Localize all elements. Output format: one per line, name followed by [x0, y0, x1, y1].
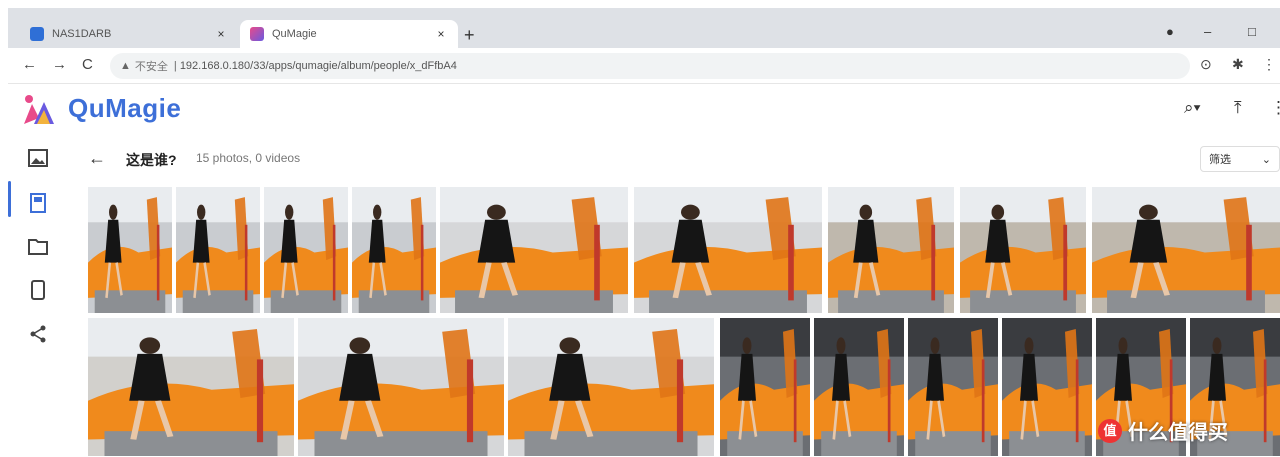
- share-icon[interactable]: [26, 322, 50, 346]
- photo-thumbnail[interactable]: [88, 187, 172, 313]
- upload-icon[interactable]: ⤒: [1234, 98, 1242, 118]
- photo-thumbnail[interactable]: [814, 318, 904, 456]
- folder-icon[interactable]: [26, 234, 50, 258]
- minimize-button[interactable]: –: [1204, 24, 1211, 39]
- album-count: 15 photos, 0 videos: [196, 151, 301, 165]
- zoom-icon[interactable]: ⊙: [1200, 56, 1212, 73]
- warning-icon: ▲: [120, 60, 131, 72]
- photo-thumbnail[interactable]: [298, 318, 504, 456]
- device-icon[interactable]: [26, 278, 50, 302]
- photo-thumbnail[interactable]: [634, 187, 822, 313]
- address-bar[interactable]: ▲ 不安全 | 192.168.0.180/33/apps/qumagie/al…: [110, 53, 1190, 79]
- photo-thumbnail[interactable]: [508, 318, 714, 456]
- nas-favicon-icon: [30, 27, 44, 41]
- filter-dropdown[interactable]: 筛选 ⌄: [1200, 146, 1280, 172]
- tab-close-icon[interactable]: ×: [434, 27, 448, 41]
- url-text: 192.168.0.180/33/apps/qumagie/album/peop…: [179, 60, 457, 72]
- tab-label: NAS1DARB: [52, 28, 112, 40]
- extensions-icon[interactable]: ✱: [1232, 56, 1244, 73]
- photo-thumbnail[interactable]: [960, 187, 1086, 313]
- reload-button[interactable]: C: [82, 56, 93, 73]
- tab-qumagie[interactable]: QuMagie ×: [240, 20, 458, 48]
- app-brand-name: QuMagie: [68, 93, 182, 123]
- album-title: 这是谁?: [126, 152, 177, 168]
- insecure-label: 不安全: [134, 61, 168, 73]
- album-icon[interactable]: [26, 191, 50, 215]
- more-icon[interactable]: ⋮: [1270, 98, 1280, 118]
- qumagie-favicon-icon: [250, 27, 264, 41]
- browser-menu-icon[interactable]: ⋮: [1262, 56, 1276, 73]
- profile-icon[interactable]: ●: [1166, 24, 1174, 39]
- watermark: 值 什么值得买: [1098, 416, 1228, 445]
- sidebar: [8, 136, 72, 457]
- browser-window: NAS1DARB × QuMagie × + ● – □ ← → C ▲ 不安全…: [8, 0, 1280, 457]
- photo-thumbnail[interactable]: [176, 187, 260, 313]
- sidebar-active-indicator: [8, 181, 11, 217]
- app-header: QuMagie ⌕▾ ⤒ ⋮: [8, 84, 1280, 136]
- photos-icon[interactable]: [26, 146, 50, 170]
- search-icon[interactable]: ⌕▾: [1184, 98, 1201, 118]
- photo-thumbnail[interactable]: [264, 187, 348, 313]
- back-button[interactable]: ←: [22, 56, 37, 73]
- tab-label: QuMagie: [272, 28, 317, 40]
- photo-thumbnail[interactable]: [1092, 187, 1280, 313]
- photo-thumbnail[interactable]: [88, 318, 294, 456]
- browser-toolbar: ← → C ▲ 不安全 | 192.168.0.180/33/apps/quma…: [8, 48, 1280, 84]
- new-tab-button[interactable]: +: [464, 26, 475, 44]
- photo-thumbnail[interactable]: [908, 318, 998, 456]
- album-toolbar: ← 这是谁? 15 photos, 0 videos 筛选 ⌄: [78, 140, 1280, 176]
- tab-nas[interactable]: NAS1DARB ×: [20, 20, 238, 48]
- watermark-badge: 值: [1098, 418, 1122, 443]
- filter-label: 筛选: [1209, 154, 1231, 166]
- qumagie-logo-icon: [24, 95, 54, 124]
- photo-thumbnail[interactable]: [352, 187, 436, 313]
- forward-button[interactable]: →: [52, 56, 67, 73]
- tab-strip: NAS1DARB × QuMagie × + ● – □: [8, 8, 1280, 48]
- photo-thumbnail[interactable]: [828, 187, 954, 313]
- photo-thumbnail[interactable]: [720, 318, 810, 456]
- photo-thumbnail[interactable]: [1002, 318, 1092, 456]
- photo-thumbnail[interactable]: [440, 187, 628, 313]
- tab-close-icon[interactable]: ×: [214, 27, 228, 41]
- album-back-button[interactable]: ←: [88, 148, 106, 169]
- chevron-down-icon: ⌄: [1261, 153, 1271, 166]
- maximize-button[interactable]: □: [1248, 24, 1256, 39]
- watermark-text: 什么值得买: [1128, 422, 1228, 444]
